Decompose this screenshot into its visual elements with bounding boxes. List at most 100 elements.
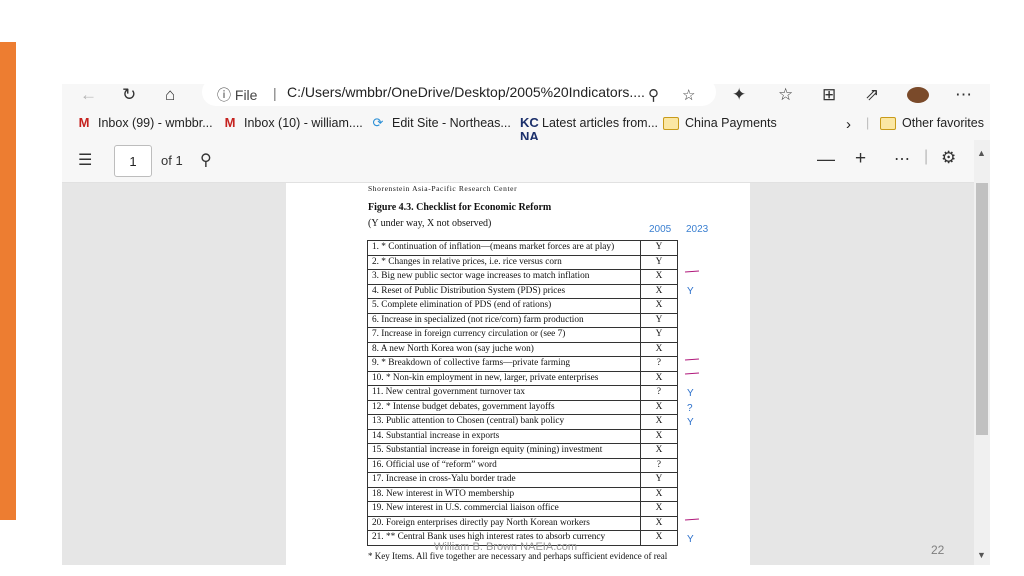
checklist-mark-2005: Y: [640, 254, 678, 270]
favorite-label: Inbox (10) - william....: [244, 116, 363, 130]
checklist-mark-2005: X: [640, 428, 678, 444]
checklist-mark-2005: Y: [640, 327, 678, 343]
gmail-icon: M: [224, 115, 236, 130]
address-text[interactable]: C:/Users/wmbbr/OneDrive/Desktop/2005%20I…: [287, 84, 645, 100]
favorite-item[interactable]: KC NA Latest articles from...: [520, 115, 658, 144]
other-favorites-label: Other favorites: [902, 116, 984, 130]
folder-icon: [663, 116, 679, 130]
checklist-mark-2005: ?: [640, 356, 678, 372]
checklist-item: 9. * Breakdown of collective farms—priva…: [367, 356, 641, 372]
annotation-dash: [684, 270, 700, 273]
toolbar-separator: |: [924, 148, 929, 165]
slide-number: 22: [931, 543, 945, 557]
table-row: 11. New central government turnover tax?: [367, 385, 678, 401]
table-row: 18. New interest in WTO membership X: [367, 486, 678, 502]
figure-subtitle: (Y under way, X not observed): [368, 218, 492, 229]
table-row: 6. Increase in specialized (not rice/cor…: [367, 312, 678, 328]
checklist-item: 8. A new North Korea won (say juche won): [367, 341, 641, 357]
checklist-item: 2. * Changes in relative prices, i.e. ri…: [367, 254, 641, 270]
table-row: 7. Increase in foreign currency circulat…: [367, 327, 678, 343]
more-icon[interactable]: ⋯: [955, 84, 972, 106]
page-total: of 1: [161, 153, 183, 168]
table-row: 5. Complete elimination of PDS (end of r…: [367, 298, 678, 314]
checklist-item: 20. Foreign enterprises directly pay Nor…: [367, 515, 641, 531]
checklist-mark-2005: X: [640, 530, 678, 546]
checklist-item: 19. New interest in U.S. commercial liai…: [367, 501, 641, 517]
annotation-dash: [684, 372, 700, 375]
page-number-input[interactable]: 1: [114, 145, 152, 177]
table-row: 9. * Breakdown of collective farms—priva…: [367, 356, 678, 372]
favorite-label: Edit Site - Northeas...: [392, 116, 511, 130]
add-favorite-icon[interactable]: ☆: [682, 84, 695, 106]
extensions-icon[interactable]: ✦: [732, 84, 746, 106]
scroll-up-icon[interactable]: ▲: [977, 148, 986, 158]
checklist-item: 11. New central government turnover tax: [367, 385, 641, 401]
favorites-icon[interactable]: ☆: [778, 84, 793, 106]
zoom-out-button[interactable]: —: [817, 149, 835, 170]
scroll-down-icon[interactable]: ▼: [977, 550, 986, 560]
home-icon[interactable]: ⌂: [165, 84, 175, 106]
more-options-icon[interactable]: ⋯: [894, 149, 910, 169]
contents-icon[interactable]: ☰: [78, 150, 92, 170]
table-row: 14. Substantial increase in exports X: [367, 428, 678, 444]
address-separator: |: [273, 85, 277, 101]
other-favorites[interactable]: Other favorites: [880, 116, 984, 130]
footnote: * Key Items. All five together are neces…: [368, 551, 668, 561]
favorite-item[interactable]: ⟳ Edit Site - Northeas...: [370, 115, 511, 131]
table-row: 1. * Continuation of inflation—(means ma…: [367, 240, 678, 256]
search-icon[interactable]: ⚲: [200, 150, 212, 170]
table-row: 20. Foreign enterprises directly pay Nor…: [367, 515, 678, 531]
info-icon[interactable]: ⓘ File: [217, 85, 257, 105]
chevron-right-icon[interactable]: ›: [846, 116, 851, 133]
checklist-mark-2005: X: [640, 443, 678, 459]
checklist-mark-2005: X: [640, 414, 678, 430]
checklist-item: 16. Official use of “reform” word: [367, 457, 641, 473]
annotation-2023-mark: Y: [687, 417, 694, 429]
checklist-item: 18. New interest in WTO membership: [367, 486, 641, 502]
checklist-mark-2005: X: [640, 341, 678, 357]
annotation-2023-mark: Y: [687, 285, 694, 297]
checklist-mark-2005: X: [640, 486, 678, 502]
checklist-mark-2005: X: [640, 370, 678, 386]
checklist-item: 7. Increase in foreign currency circulat…: [367, 327, 641, 343]
checklist-mark-2005: X: [640, 515, 678, 531]
checklist-mark-2005: Y: [640, 472, 678, 488]
page-header: Shorenstein Asia-Pacific Research Center: [368, 184, 518, 193]
table-row: 17. Increase in cross-Yalu border trade Y: [367, 472, 678, 488]
table-row: 19. New interest in U.S. commercial liai…: [367, 501, 678, 517]
collections-icon[interactable]: ⊞: [822, 84, 836, 106]
favorite-item[interactable]: M Inbox (10) - william....: [222, 115, 363, 131]
scroll-thumb[interactable]: [976, 183, 988, 435]
favorite-item[interactable]: China Payments: [663, 116, 777, 130]
vertical-scrollbar[interactable]: ▲ ▼: [974, 140, 990, 565]
pdf-page: Shorenstein Asia-Pacific Research Center…: [286, 183, 750, 565]
checklist-mark-2005: X: [640, 269, 678, 285]
checklist-mark-2005: X: [640, 501, 678, 517]
checklist-mark-2005: X: [640, 399, 678, 415]
favorite-item[interactable]: M Inbox (99) - wmbbr...: [76, 116, 213, 131]
profile-avatar[interactable]: [907, 87, 929, 103]
year-2005-label: 2005: [649, 224, 672, 235]
table-row: 3. Big new public sector wage increases …: [367, 269, 678, 285]
zoom-in-button[interactable]: +: [855, 148, 866, 170]
table-row: 10. * Non-kin employment in new, larger,…: [367, 370, 678, 386]
reform-checklist-table: 1. * Continuation of inflation—(means ma…: [367, 240, 678, 546]
checklist-item: 14. Substantial increase in exports: [367, 428, 641, 444]
share-icon[interactable]: ⇗: [865, 84, 879, 106]
annotation-dash: [684, 518, 700, 521]
table-row: 12. * Intense budget debates, government…: [367, 399, 678, 415]
checklist-mark-2005: ?: [640, 457, 678, 473]
zoom-out-icon[interactable]: ⚲: [648, 84, 659, 106]
site-icon: ⟳: [372, 115, 384, 130]
checklist-item: 1. * Continuation of inflation—(means ma…: [367, 240, 641, 256]
refresh-icon[interactable]: ↻: [122, 84, 136, 106]
back-icon[interactable]: ←: [80, 84, 97, 106]
settings-gear-icon[interactable]: ⚙: [941, 148, 956, 168]
kcna-icon: KC NA: [520, 115, 539, 144]
table-row: 15. Substantial increase in foreign equi…: [367, 443, 678, 459]
annotation-2023-mark: Y: [687, 534, 694, 545]
checklist-item: 15. Substantial increase in foreign equi…: [367, 443, 641, 459]
year-2023-label: 2023: [686, 224, 709, 235]
table-row: 13. Public attention to Chosen (central)…: [367, 414, 678, 430]
pdf-toolbar: ☰ 1 of 1 ⚲ — + ⋯ | ⚙: [62, 140, 990, 183]
